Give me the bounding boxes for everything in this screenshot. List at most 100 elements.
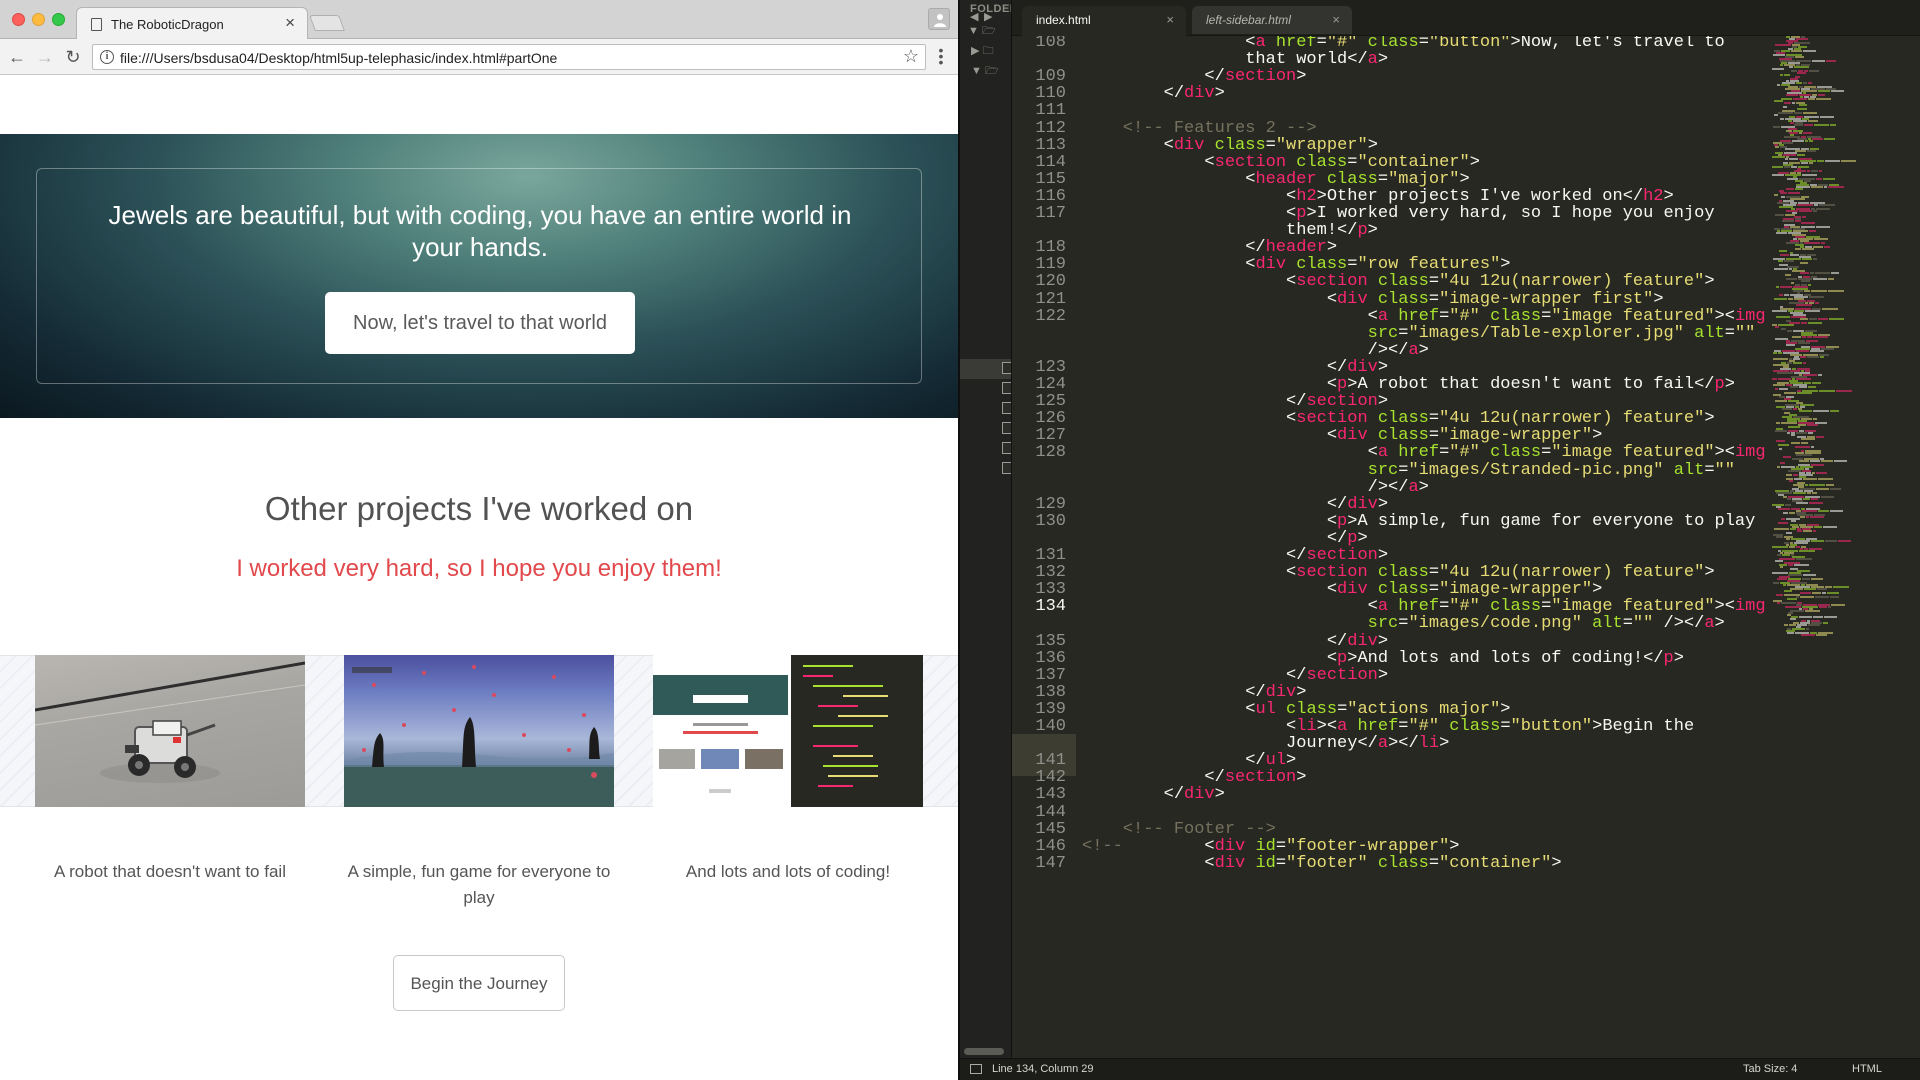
minimap-line — [1804, 290, 1810, 292]
code-line[interactable]: </div> — [1082, 84, 1225, 103]
minimap-line — [1818, 374, 1822, 376]
code-line[interactable]: </div> — [1082, 785, 1225, 804]
tab-next-icon[interactable]: ▶ — [984, 10, 992, 23]
minimap-line — [1823, 622, 1828, 624]
close-tab-icon[interactable]: × — [285, 14, 295, 32]
minimap-line — [1775, 430, 1787, 432]
profile-button[interactable] — [928, 8, 950, 30]
minimap-line — [1789, 480, 1793, 482]
hero-box: Jewels are beautiful, but with coding, y… — [36, 168, 922, 384]
minimap-line — [1816, 226, 1830, 228]
minimap-line — [1816, 488, 1829, 490]
forward-button[interactable]: → — [34, 46, 56, 68]
folder-expanded-icon[interactable]: ▼ 🗁 — [968, 62, 999, 78]
minimap[interactable] — [1768, 36, 1920, 1058]
code-line[interactable]: <div id="footer" class="container"> — [1082, 854, 1561, 873]
minimap-line — [1778, 444, 1789, 446]
minimap-line — [1780, 64, 1783, 66]
minimap-line — [1826, 60, 1836, 62]
minimap-line — [1830, 510, 1843, 512]
minimap-line — [1799, 460, 1809, 462]
folder-collapsed-icon[interactable]: ▶ 🗀 — [968, 42, 994, 58]
close-window-button[interactable] — [12, 13, 25, 26]
folder-expanded-icon[interactable]: ▼ 🗁 — [968, 22, 996, 38]
minimap-line — [1800, 262, 1808, 264]
feature-caption: And lots and lots of coding! — [685, 862, 891, 881]
sidebar-scrollbar[interactable] — [964, 1048, 1004, 1055]
folder-sidebar: FOLDER ▼ 🗁 ▶ 🗀 ▼ 🗁 — [960, 0, 1012, 1058]
minimize-window-button[interactable] — [32, 13, 45, 26]
file-icon[interactable] — [1002, 462, 1011, 474]
minimap-line — [1776, 422, 1780, 424]
minimap-line — [1785, 504, 1791, 506]
tab-prev-icon[interactable]: ◀ — [970, 10, 978, 23]
minimap-line — [1798, 342, 1810, 344]
game-image[interactable] — [344, 655, 614, 807]
code-image[interactable] — [653, 655, 923, 807]
tab-index-html[interactable]: index.html × — [1022, 6, 1186, 36]
minimap-line — [1776, 536, 1783, 538]
minimap-line — [1793, 474, 1798, 476]
minimap-line — [1796, 432, 1807, 434]
file-icon[interactable] — [1002, 382, 1011, 394]
new-tab-button[interactable] — [309, 15, 345, 31]
file-icon[interactable] — [1002, 442, 1011, 454]
hero-button[interactable]: Now, let's travel to that world — [325, 292, 635, 354]
browser-toolbar: ← → ↻ i file:///Users/bsdusa04/Desktop/h… — [0, 39, 958, 75]
minimap-line — [1786, 278, 1797, 280]
minimap-line — [1773, 384, 1785, 386]
minimap-line — [1781, 196, 1785, 198]
syntax-selector[interactable]: HTML — [1852, 1063, 1882, 1075]
tab-size-selector[interactable]: Tab Size: 4 — [1743, 1063, 1797, 1075]
minimap-line — [1811, 170, 1818, 172]
minimap-line — [1813, 258, 1817, 260]
minimap-line — [1790, 618, 1796, 620]
minimap-line — [1800, 272, 1809, 274]
minimap-line — [1810, 350, 1824, 352]
minimap-line — [1803, 478, 1817, 480]
minimap-line — [1815, 302, 1819, 304]
minimap-line — [1809, 230, 1816, 232]
minimap-line — [1782, 220, 1794, 222]
minimap-line — [1780, 74, 1783, 76]
file-icon[interactable] — [1002, 402, 1011, 414]
robot-image[interactable] — [35, 655, 305, 807]
minimap-line — [1828, 278, 1834, 280]
bookmark-star-icon[interactable]: ☆ — [903, 46, 919, 67]
minimap-line — [1782, 408, 1792, 410]
minimap-line — [1830, 124, 1836, 126]
back-button[interactable]: ← — [6, 46, 28, 68]
minimap-line — [1804, 588, 1816, 590]
close-tab-icon[interactable]: × — [1332, 12, 1340, 27]
begin-journey-button[interactable]: Begin the Journey — [393, 955, 565, 1011]
minimap-line — [1808, 120, 1818, 122]
menu-dots-icon[interactable]: • • • — [938, 43, 944, 69]
minimap-line — [1774, 100, 1783, 102]
file-icon[interactable] — [1002, 362, 1011, 374]
reload-button[interactable]: ↻ — [62, 46, 84, 68]
minimap-line — [1803, 530, 1812, 532]
minimap-line — [1772, 310, 1787, 312]
info-icon[interactable]: i — [100, 50, 114, 64]
minimap-line — [1781, 422, 1797, 424]
panel-toggle-icon[interactable] — [970, 1064, 982, 1074]
minimap-line — [1800, 516, 1805, 518]
tab-label: left-sidebar.html — [1206, 13, 1291, 27]
minimap-line — [1773, 358, 1788, 360]
minimap-line — [1777, 466, 1780, 468]
minimap-line — [1799, 550, 1815, 552]
minimap-line — [1809, 484, 1825, 486]
minimap-line — [1778, 508, 1790, 510]
minimap-line — [1801, 442, 1808, 444]
file-icon[interactable] — [1002, 422, 1011, 434]
tab-left-sidebar-html[interactable]: left-sidebar.html × — [1192, 6, 1352, 34]
close-tab-icon[interactable]: × — [1166, 12, 1174, 27]
address-bar[interactable]: i file:///Users/bsdusa04/Desktop/html5up… — [92, 44, 926, 70]
minimap-line — [1780, 254, 1789, 256]
minimap-line — [1779, 388, 1788, 390]
browser-tab[interactable]: The RoboticDragon × — [76, 7, 308, 40]
minimap-line — [1811, 186, 1823, 188]
minimap-line — [1814, 526, 1822, 528]
zoom-window-button[interactable] — [52, 13, 65, 26]
line-number: 147 — [1035, 853, 1066, 873]
